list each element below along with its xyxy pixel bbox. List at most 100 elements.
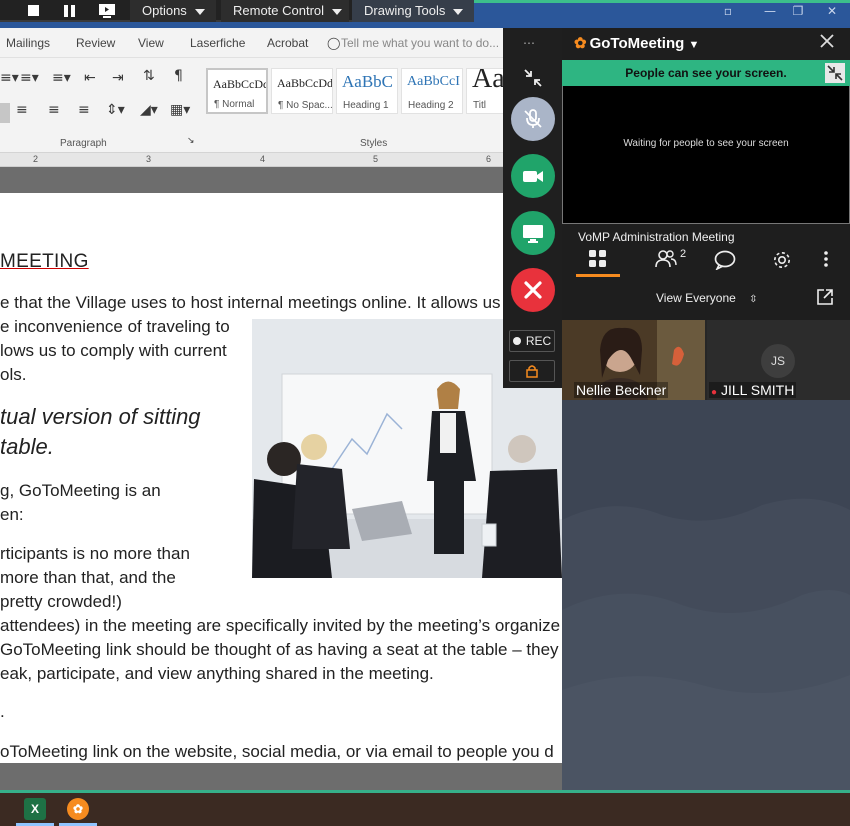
sort-icon[interactable]: ⇅ [143, 68, 155, 84]
drawing-tools-menu[interactable]: Drawing Tools [352, 0, 474, 22]
justify-icon[interactable]: ≡ [78, 102, 90, 118]
g2m-app-name: GoToMeeting [589, 35, 685, 52]
style-sample: Aa [472, 68, 505, 94]
remote-control-menu[interactable]: Remote Control [221, 0, 349, 22]
taskbar-accent-line [0, 790, 850, 793]
doc-line: eak, participate, and view anything shar… [0, 664, 434, 683]
leave-meeting-button[interactable] [511, 268, 555, 312]
camera-button[interactable] [511, 154, 555, 198]
increase-indent-icon[interactable]: ⇥ [112, 70, 124, 86]
style-heading-2[interactable]: AaBbCcI Heading 2 [401, 68, 463, 114]
participant-tile-jill[interactable]: JS ● JILL SMITH [707, 320, 850, 400]
settings-gear-icon[interactable] [772, 250, 792, 275]
popout-icon[interactable] [816, 288, 834, 311]
doc-line: ols. [0, 365, 27, 384]
camera-icon [523, 171, 543, 182]
stop-icon[interactable] [28, 0, 42, 22]
taskbar: X ✿ [0, 790, 850, 826]
pause-icon[interactable] [64, 0, 78, 22]
meeting-name: VoMP Administration Meeting [578, 230, 735, 244]
avatar: JS [761, 344, 795, 378]
shading-icon[interactable]: ◢▾ [140, 102, 158, 118]
align-center-icon[interactable]: ≡ [16, 102, 28, 118]
doc-line: e inconvenience of traveling to [0, 317, 230, 336]
ruler-number: 6 [486, 154, 492, 164]
dialog-launcher-icon[interactable]: ↘ [187, 136, 195, 146]
chevron-down-icon: ▼ [688, 39, 700, 51]
style-heading-1[interactable]: AaBbC Heading 1 [336, 68, 398, 114]
style-title[interactable]: Aa Titl [466, 68, 506, 114]
tab-laserfiche[interactable]: Laserfiche [190, 36, 245, 50]
updown-chevron-icon: ⇳ [749, 294, 758, 305]
style-sample: AaBbC [342, 72, 393, 91]
g2m-logo[interactable]: ✿ GoToMeeting ▼ [574, 34, 699, 52]
minimize-icon[interactable]: — [760, 4, 780, 20]
participant-name-row: ● JILL SMITH [709, 382, 797, 398]
monitor-icon [523, 225, 543, 243]
style-normal[interactable]: AaBbCcDd ¶ Normal [206, 68, 268, 114]
lock-icon [526, 365, 538, 378]
grid-view-icon[interactable] [589, 250, 607, 273]
sharing-banner-text: People can see your screen. [625, 66, 787, 80]
collapse-icon[interactable] [523, 68, 543, 93]
options-menu[interactable]: Options [130, 0, 216, 22]
mute-microphone-button[interactable] [511, 97, 555, 141]
style-no-spacing[interactable]: AaBbCcDd ¶ No Spac... [271, 68, 333, 114]
restore-icon[interactable]: ▫ [718, 4, 738, 20]
pilcrow-icon[interactable]: ¶ [174, 68, 183, 84]
doc-line: more than that, and the [0, 568, 176, 587]
numbering-icon[interactable]: ≡▾ [20, 70, 39, 86]
sharing-banner: People can see your screen. [562, 60, 850, 86]
close-icon[interactable]: ✕ [822, 4, 842, 20]
screen-share-icon[interactable] [99, 0, 117, 22]
g2m-panel: ✿ GoToMeeting ▼ People can see your scree… [562, 28, 850, 790]
doc-line: GoToMeeting link should be thought of as… [0, 640, 559, 659]
screen-share-button[interactable] [511, 211, 555, 255]
bullets-icon[interactable]: ≡▾ [0, 70, 19, 86]
doc-heading: MEETING [0, 251, 89, 272]
multilevel-list-icon[interactable]: ≡▾ [52, 70, 71, 86]
align-right-icon[interactable]: ≡ [48, 102, 60, 118]
more-options-icon[interactable] [823, 250, 829, 273]
gotomeeting-taskbar-icon[interactable]: ✿ [67, 798, 89, 820]
waiting-text: Waiting for people to see your screen [623, 138, 789, 149]
tab-view[interactable]: View [138, 36, 164, 50]
style-sample: AaBbCcI [407, 74, 460, 89]
view-everyone-selector[interactable]: View Everyone ⇳ [656, 291, 758, 305]
decrease-indent-icon[interactable]: ⇤ [84, 70, 96, 86]
tab-mailings[interactable]: Mailings [6, 36, 50, 50]
chevron-down-icon [453, 8, 464, 15]
record-button[interactable]: REC [509, 330, 555, 352]
borders-icon[interactable]: ▦▾ [170, 102, 190, 118]
microphone-muted-icon [524, 109, 542, 128]
participant-name: JILL SMITH [720, 382, 795, 398]
tell-me-search[interactable]: Tell me what you want to do... [341, 36, 499, 50]
drag-handle-icon[interactable]: ⋯ [523, 36, 537, 50]
attendees-icon[interactable] [655, 250, 677, 273]
line-spacing-icon[interactable]: ⇕▾ [106, 102, 125, 118]
maximize-icon[interactable]: ❐ [788, 4, 808, 20]
doc-line: oToMeeting link on the website, social m… [0, 742, 554, 761]
excel-icon[interactable]: X [24, 798, 46, 820]
g2m-control-strip: ⋯ REC [503, 28, 562, 388]
doc-pullquote: tual version of sitting [0, 404, 201, 429]
minimize-view-icon[interactable] [825, 63, 845, 83]
lock-button[interactable] [509, 360, 555, 382]
style-sample: AaBbCcDd [213, 77, 268, 91]
ruler-number: 5 [373, 154, 379, 164]
screen-preview: Waiting for people to see your screen [562, 86, 850, 224]
tab-review[interactable]: Review [76, 36, 115, 50]
close-panel-icon[interactable] [818, 32, 836, 55]
active-tab-indicator [576, 274, 620, 277]
muted-microphone-icon: ● [711, 387, 718, 398]
chevron-down-icon [194, 8, 205, 15]
screen: ▫ — ❐ ✕ Mailings Review View Laserfiche … [0, 0, 850, 826]
drawing-tools-menu-label: Drawing Tools [364, 3, 446, 18]
participant-tiles: Nellie Beckner JS ● JILL SMITH [562, 320, 850, 400]
participant-name: Nellie Beckner [574, 382, 669, 398]
chat-icon[interactable] [714, 250, 736, 275]
chevron-down-icon [332, 8, 343, 15]
tab-acrobat[interactable]: Acrobat [267, 36, 308, 50]
align-left-icon[interactable] [0, 103, 10, 123]
participant-tile-nellie[interactable]: Nellie Beckner [562, 320, 705, 400]
